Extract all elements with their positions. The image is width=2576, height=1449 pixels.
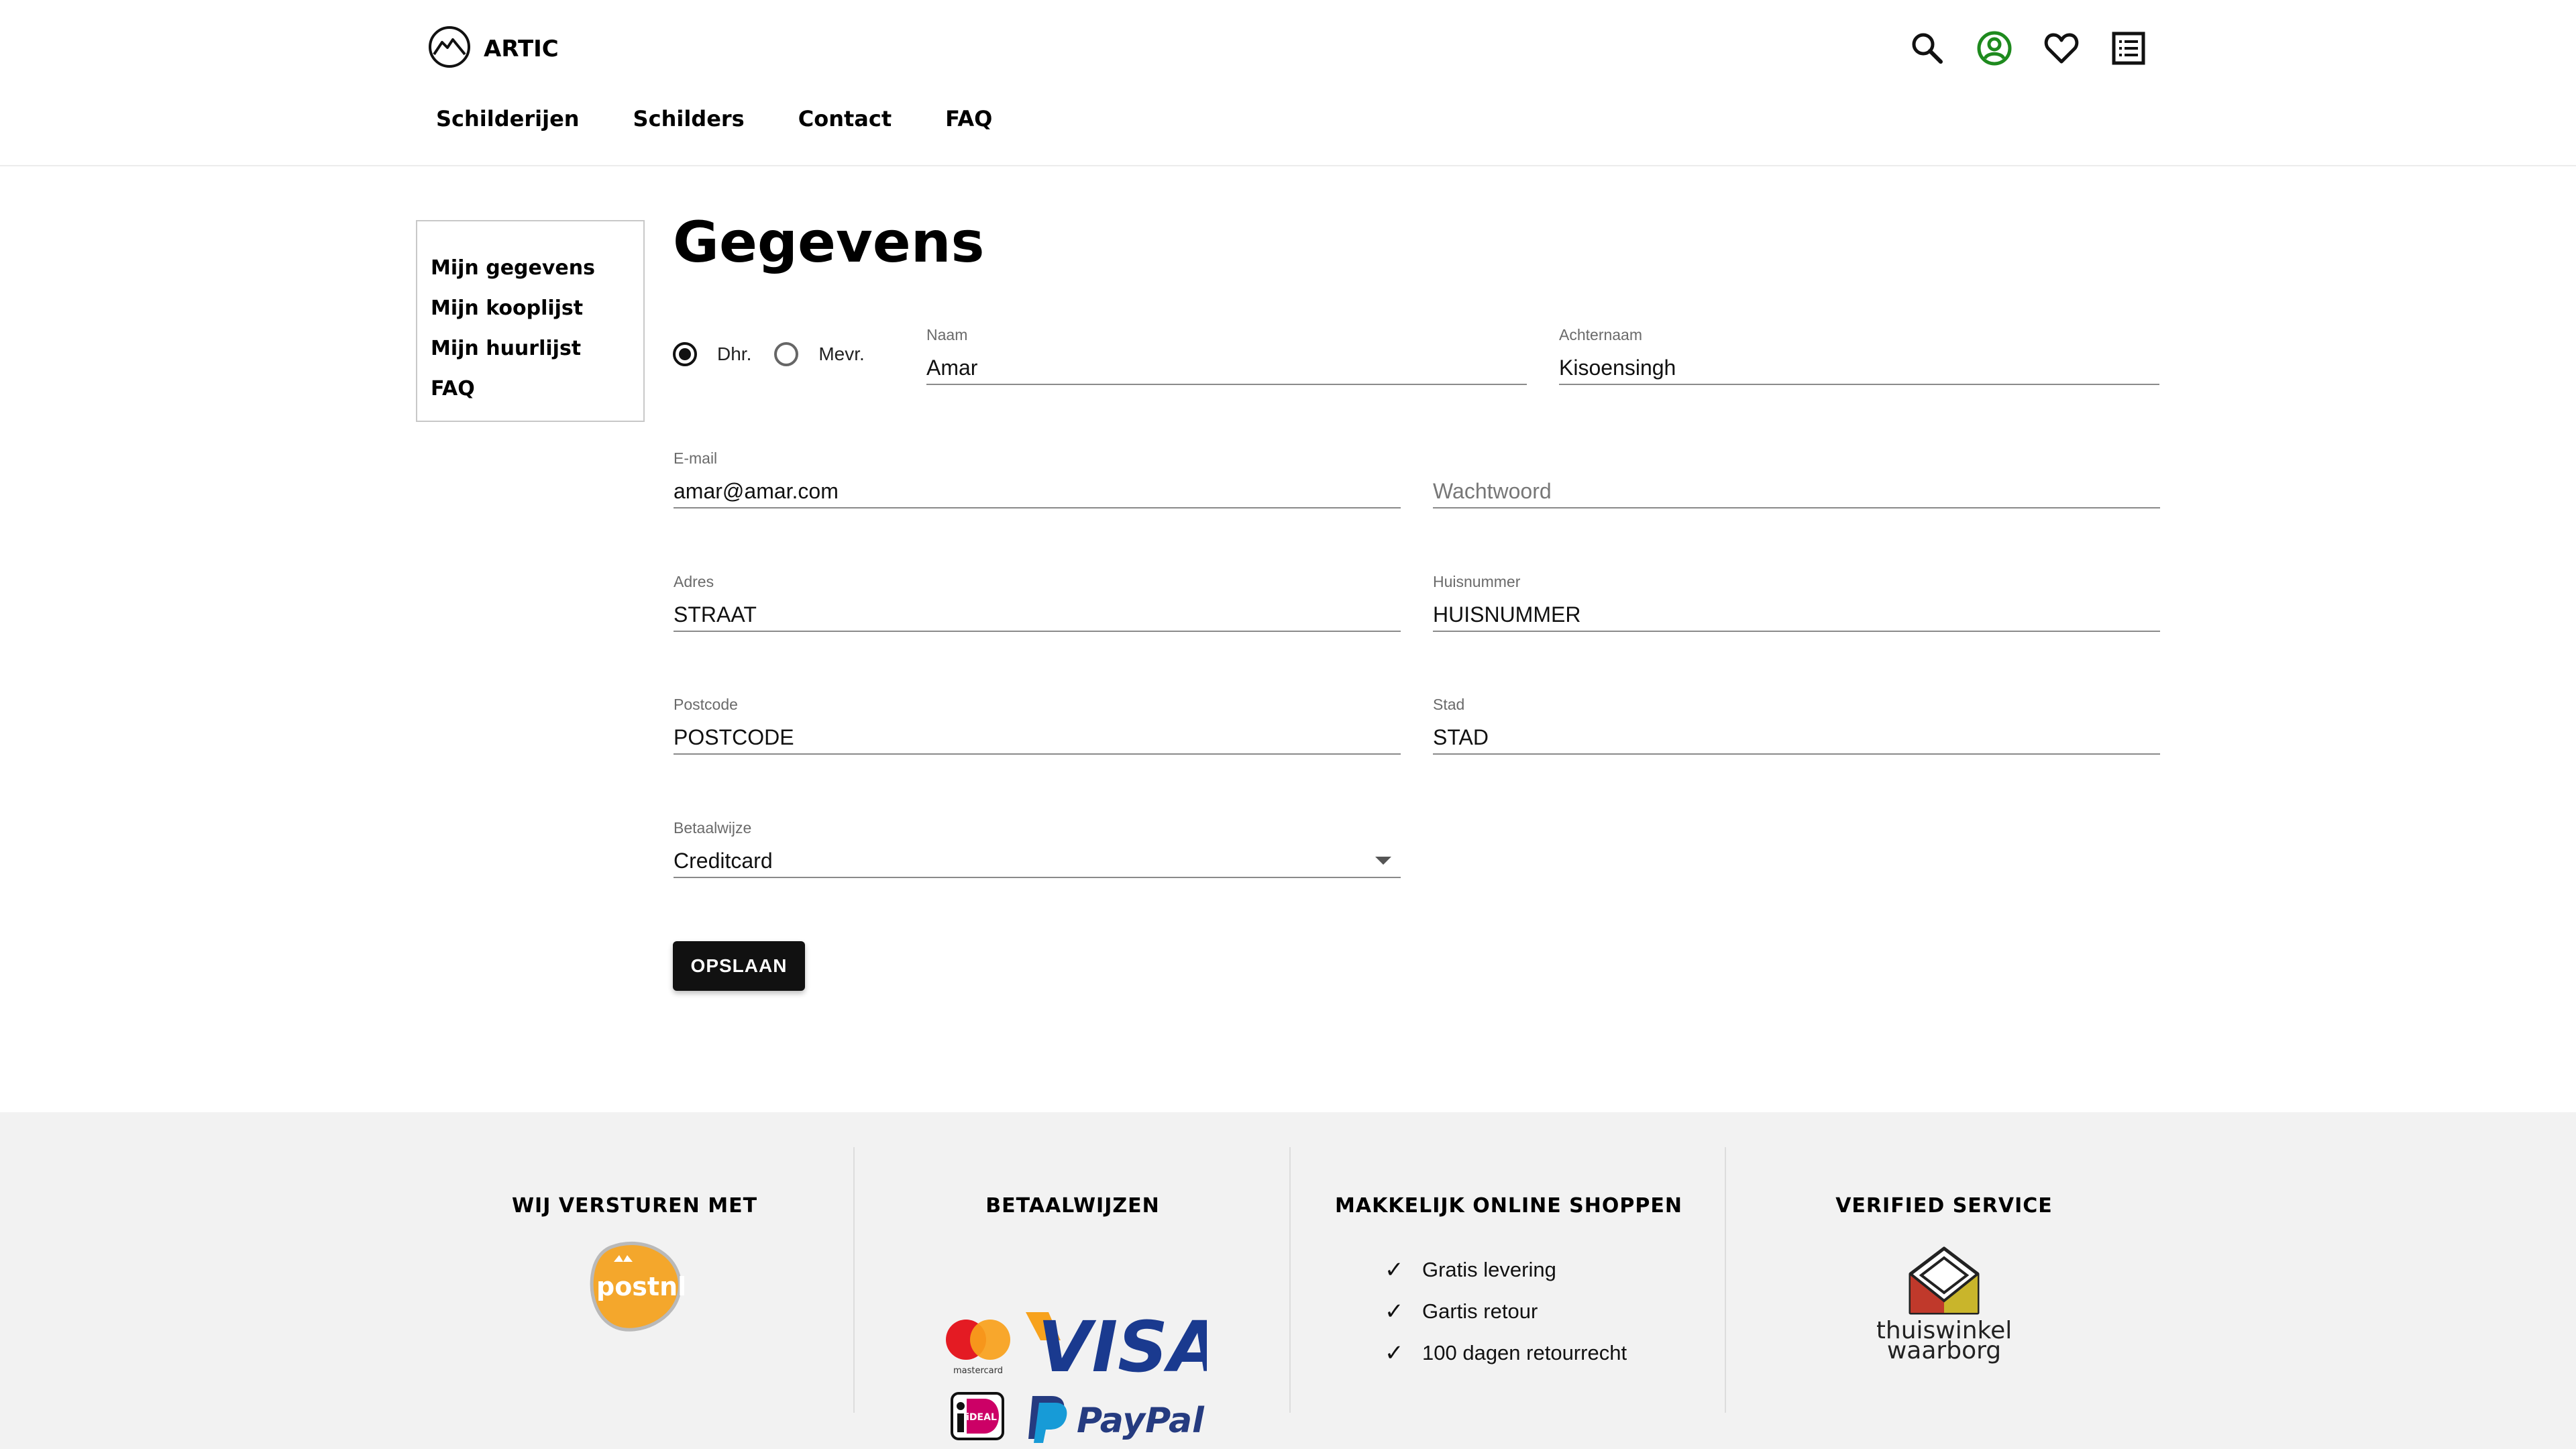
sidebar-item-mijn-gegevens[interactable]: Mijn gegevens: [431, 248, 643, 288]
checkmark-icon: ✓: [1385, 1299, 1404, 1324]
radio-unchecked-icon: [774, 342, 799, 366]
svg-text:mastercard: mastercard: [953, 1366, 1003, 1376]
mastercard-logo-icon: mastercard: [941, 1311, 1016, 1379]
field-underline: [674, 631, 1401, 632]
svg-text:waarborg: waarborg: [1887, 1337, 2001, 1364]
account-icon[interactable]: [1976, 30, 2013, 67]
postcode-label: Postcode: [674, 696, 738, 713]
checkmark-icon: ✓: [1385, 1257, 1404, 1283]
betaalwijze-select[interactable]: Betaalwijze Creditcard: [674, 818, 1401, 878]
field-underline: [674, 507, 1401, 508]
site-header: ARTIC Schilderijen Schilders Contact FAQ: [0, 0, 2576, 166]
stad-field[interactable]: Stad STAD: [1433, 694, 2160, 755]
wachtwoord-input[interactable]: Wachtwoord: [1433, 476, 2160, 506]
achternaam-label: Achternaam: [1559, 326, 1643, 343]
nav-item-schilders[interactable]: Schilders: [633, 106, 745, 131]
svg-text:iDEAL: iDEAL: [966, 1412, 997, 1423]
nav-item-contact[interactable]: Contact: [798, 106, 892, 131]
wachtwoord-field[interactable]: Wachtwoord: [1433, 448, 2160, 508]
heart-icon[interactable]: [2043, 30, 2080, 67]
email-input[interactable]: amar@amar.com: [674, 476, 1401, 506]
nav-item-faq[interactable]: FAQ: [945, 106, 992, 131]
radio-dot: [679, 348, 691, 360]
field-underline: [674, 753, 1401, 755]
footer-payment: BETAALWIJZEN mastercard VISA iDEAL PayPa…: [853, 1147, 1291, 1443]
postcode-field[interactable]: Postcode POSTCODE: [674, 694, 1401, 755]
thuiswinkel-waarborg-icon: thuiswinkel waarborg: [1876, 1234, 2012, 1368]
site-footer: WIJ VERSTUREN MET postnl BETAALWIJZEN ma…: [0, 1112, 2576, 1449]
header-icons: [1909, 30, 2177, 67]
stad-label: Stad: [1433, 696, 1465, 713]
list-item: ✓ Gartis retour: [1385, 1291, 1627, 1332]
shopping-item-text: 100 dagen retourrecht: [1422, 1341, 1627, 1364]
footer-shopping: MAKKELIJK ONLINE SHOPPEN ✓ Gratis leverin…: [1289, 1147, 1727, 1413]
visa-logo-icon: VISA: [1026, 1303, 1222, 1388]
field-underline: [674, 877, 1401, 878]
account-sidebar: Mijn gegevens Mijn kooplijst Mijn huurli…: [416, 220, 645, 422]
sidebar-item-mijn-huurlijst[interactable]: Mijn huurlijst: [431, 329, 643, 369]
field-underline: [1433, 631, 2160, 632]
ideal-logo-icon: iDEAL: [951, 1392, 1004, 1440]
adres-input[interactable]: STRAAT: [674, 600, 1401, 629]
nav-item-schilderijen[interactable]: Schilderijen: [436, 106, 580, 131]
brand-name: ARTIC: [484, 35, 559, 62]
naam-label: Naam: [926, 326, 968, 343]
svg-text:VISA: VISA: [1038, 1306, 1207, 1383]
footer-shopping-list: ✓ Gratis levering ✓ Gartis retour ✓ 100 dag…: [1385, 1249, 1627, 1374]
list-icon[interactable]: [2110, 30, 2147, 67]
huisnummer-field[interactable]: Huisnummer HUISNUMMER: [1433, 572, 2160, 632]
field-underline: [1559, 384, 2159, 385]
radio-label-mevr: Mevr.: [818, 343, 865, 364]
field-underline: [1433, 507, 2160, 508]
caret-down-icon[interactable]: [1375, 857, 1391, 865]
sidebar-item-faq[interactable]: FAQ: [431, 369, 643, 409]
footer-heading-shipping: WIJ VERSTUREN MET: [511, 1194, 758, 1218]
search-icon[interactable]: [1909, 30, 1946, 67]
shopping-item-text: Gratis levering: [1422, 1258, 1556, 1281]
stad-input[interactable]: STAD: [1433, 722, 2160, 752]
email-label: E-mail: [674, 449, 718, 467]
adres-field[interactable]: Adres STRAAT: [674, 572, 1401, 632]
postnl-logo-text: postnl: [596, 1272, 685, 1301]
radio-checked-icon: [673, 342, 697, 366]
list-item: ✓ Gratis levering: [1385, 1249, 1627, 1291]
radio-mevr[interactable]: Mevr.: [774, 342, 865, 366]
adres-label: Adres: [674, 573, 714, 590]
sidebar-item-mijn-kooplijst[interactable]: Mijn kooplijst: [431, 288, 643, 329]
main-nav: Schilderijen Schilders Contact FAQ: [436, 106, 1046, 131]
footer-shipping: WIJ VERSTUREN MET postnl: [417, 1147, 853, 1413]
salutation-radio-group: Dhr. Mevr.: [673, 342, 888, 366]
postcode-input[interactable]: POSTCODE: [674, 722, 1401, 752]
betaalwijze-value[interactable]: Creditcard: [674, 846, 1401, 875]
naam-field[interactable]: Naam Amar: [926, 325, 1527, 385]
field-underline: [926, 384, 1527, 385]
radio-dhr[interactable]: Dhr.: [673, 342, 751, 366]
brand-logo[interactable]: ARTIC: [427, 25, 559, 72]
shopping-item-text: Gartis retour: [1422, 1299, 1538, 1323]
mountain-circle-icon: [427, 25, 472, 72]
huisnummer-input[interactable]: HUISNUMMER: [1433, 600, 2160, 629]
radio-label-dhr: Dhr.: [717, 343, 752, 364]
page-title: Gegevens: [673, 209, 985, 275]
achternaam-field[interactable]: Achternaam Kisoensingh: [1559, 325, 2159, 385]
footer-verified: VERIFIED SERVICE thuiswinkel waarborg: [1725, 1147, 2162, 1413]
footer-heading-verified: VERIFIED SERVICE: [1835, 1194, 2053, 1218]
field-underline: [1433, 753, 2160, 755]
footer-heading-payment: BETAALWIJZEN: [985, 1194, 1160, 1218]
achternaam-input[interactable]: Kisoensingh: [1559, 353, 2159, 382]
email-field[interactable]: E-mail amar@amar.com: [674, 448, 1401, 508]
betaalwijze-label: Betaalwijze: [674, 819, 752, 837]
svg-text:PayPal: PayPal: [1077, 1401, 1205, 1441]
footer-heading-shopping: MAKKELIJK ONLINE SHOPPEN: [1335, 1194, 1682, 1218]
postnl-logo-icon: postnl: [584, 1235, 686, 1336]
list-item: ✓ 100 dagen retourrecht: [1385, 1332, 1627, 1374]
huisnummer-label: Huisnummer: [1433, 573, 1521, 590]
naam-input[interactable]: Amar: [926, 353, 1527, 382]
save-button[interactable]: OPSLAAN: [673, 941, 805, 991]
paypal-logo-icon: PayPal: [1026, 1392, 1214, 1446]
checkmark-icon: ✓: [1385, 1340, 1404, 1366]
